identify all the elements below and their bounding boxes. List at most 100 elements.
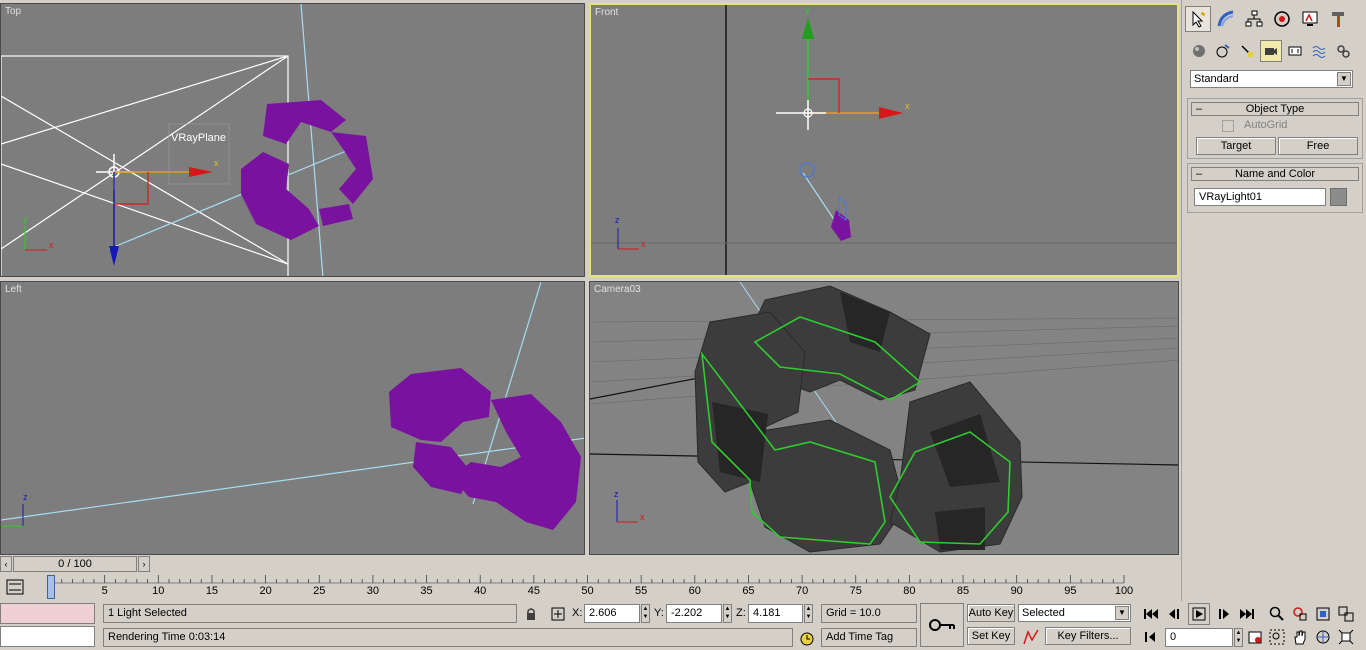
track-tick-label: 40 [474, 585, 487, 597]
geometry-button[interactable] [1188, 40, 1210, 62]
current-frame-field[interactable]: 0 [1165, 628, 1233, 647]
zoom-extents-all-button[interactable] [1335, 603, 1357, 625]
track-tick-label: 90 [1010, 585, 1023, 597]
viewport-camera03[interactable]: Camera03 z x [589, 281, 1179, 555]
track-tick-label: 5 [101, 585, 108, 597]
object-type-rollout-header[interactable]: – Object Type [1191, 102, 1359, 116]
maxscript-listener-white[interactable] [0, 626, 95, 647]
pan-hand-icon [1294, 630, 1306, 645]
maximize-viewport-button[interactable] [1335, 626, 1357, 648]
viewport-top[interactable]: Top VRayPlane x y x [0, 3, 585, 277]
shapes-arc-icon [1217, 10, 1234, 27]
track-tick-label: 25 [313, 585, 326, 597]
hierarchy-icon [1245, 10, 1263, 27]
zoom-extents-button[interactable] [1312, 603, 1334, 625]
dropdown-value: Selected [1022, 607, 1065, 619]
x-axis-label: x [214, 158, 219, 168]
autogrid-checkbox[interactable] [1222, 120, 1234, 132]
y-coord-field[interactable]: -2.202 [666, 604, 722, 623]
vrayplane-label: VRayPlane [171, 132, 227, 144]
set-key-button[interactable] [920, 603, 964, 647]
region-zoom-icon [1269, 629, 1285, 645]
go-to-end-button[interactable] [1236, 603, 1258, 625]
time-slider-thumb[interactable]: 0 / 100 [13, 556, 137, 572]
zoom-extents-icon [1316, 607, 1330, 621]
selection-lock-toggle[interactable] [520, 603, 542, 625]
viewport-label[interactable]: Front [595, 7, 618, 18]
front-viewport-scene [591, 5, 1177, 275]
free-button[interactable]: Free [1278, 137, 1358, 155]
default-tangents-button[interactable] [1020, 626, 1042, 648]
utilities-tab[interactable] [1325, 6, 1351, 32]
current-frame-marker[interactable] [47, 575, 55, 599]
modify-tab[interactable] [1213, 6, 1239, 32]
key-filters-button[interactable]: Key Filters... [1045, 627, 1131, 645]
command-panel-tabs [1185, 6, 1351, 32]
track-tick-label: 80 [903, 585, 916, 597]
time-tag-button[interactable] [796, 628, 818, 650]
hierarchy-tab[interactable] [1241, 6, 1267, 32]
track-tick-label: 15 [205, 585, 219, 597]
zoom-all-button[interactable] [1289, 603, 1311, 625]
key-filter-dropdown[interactable]: Selected ▼ [1018, 604, 1131, 622]
z-axis-label: z [23, 492, 28, 502]
frame-spinner[interactable]: ▲ ▼ [1234, 628, 1243, 647]
motion-tab[interactable] [1269, 6, 1295, 32]
systems-button[interactable] [1332, 40, 1354, 62]
x-spinner[interactable]: ▲ ▼ [641, 604, 650, 623]
x-axis-label: x [905, 101, 910, 111]
previous-frame-button[interactable] [1164, 603, 1186, 625]
next-frame-button[interactable] [1212, 603, 1234, 625]
z-axis-label: z [615, 215, 620, 225]
x-axis-label: x [641, 239, 646, 249]
track-tick-label: 85 [956, 585, 970, 597]
viewport-label[interactable]: Camera03 [594, 284, 641, 295]
region-zoom-button[interactable] [1266, 626, 1288, 648]
helpers-button[interactable] [1284, 40, 1306, 62]
next-frame-icon [1219, 609, 1229, 619]
zoom-button[interactable] [1266, 603, 1288, 625]
go-to-start-button[interactable] [1140, 603, 1162, 625]
maxscript-listener-pink[interactable] [0, 603, 95, 624]
track-tick-label: 30 [366, 585, 380, 597]
spacewarps-button[interactable] [1308, 40, 1330, 62]
z-coord-field[interactable]: 4.181 [748, 604, 803, 623]
key-mode-toggle[interactable] [1140, 626, 1162, 648]
viewport-front[interactable]: Front x y z x [589, 3, 1179, 277]
target-button[interactable]: Target [1196, 137, 1276, 155]
track-tick-label: 60 [688, 585, 701, 597]
track-tick-label: 10 [152, 585, 165, 597]
motion-icon [1274, 11, 1290, 27]
play-button[interactable] [1188, 603, 1210, 625]
zoom-all-icon [1293, 607, 1307, 621]
lights-button[interactable] [1236, 40, 1258, 62]
object-category-dropdown[interactable]: Standard ▼ [1190, 70, 1353, 88]
arc-rotate-button[interactable] [1312, 626, 1334, 648]
object-name-field[interactable]: VRayLight01 [1194, 188, 1326, 206]
object-color-swatch[interactable] [1330, 188, 1347, 206]
top-viewport-scene [1, 4, 373, 276]
absolute-relative-toggle[interactable] [547, 603, 569, 625]
next-frame-arrow-icon[interactable]: › [138, 556, 150, 572]
shapes-button[interactable] [1212, 40, 1234, 62]
pan-button[interactable] [1289, 626, 1311, 648]
set-key-toggle[interactable]: Set Key [967, 627, 1015, 645]
track-tick-label: 95 [1064, 585, 1077, 597]
x-coord-field[interactable]: 2.606 [584, 604, 640, 623]
prev-frame-arrow-icon[interactable]: ‹ [0, 556, 12, 572]
z-spinner[interactable]: ▲ ▼ [804, 604, 813, 623]
viewport-label[interactable]: Left [5, 284, 22, 295]
display-tab[interactable] [1297, 6, 1323, 32]
track-tick-label: 65 [742, 585, 755, 597]
track-tick-label: 100 [1114, 585, 1134, 597]
track-bar[interactable]: 0510152025303540455055606570758085909510… [0, 573, 1181, 601]
y-spinner[interactable]: ▲ ▼ [723, 604, 732, 623]
viewport-left[interactable]: Left z [0, 281, 585, 555]
add-time-tag[interactable]: Add Time Tag [821, 628, 917, 647]
cameras-button[interactable] [1260, 40, 1282, 62]
create-tab[interactable] [1185, 6, 1211, 32]
name-and-color-rollout-header[interactable]: – Name and Color [1191, 167, 1359, 181]
auto-key-toggle[interactable]: Auto Key [967, 604, 1015, 622]
viewport-label[interactable]: Top [5, 6, 21, 17]
time-configuration-button[interactable] [1244, 626, 1266, 648]
